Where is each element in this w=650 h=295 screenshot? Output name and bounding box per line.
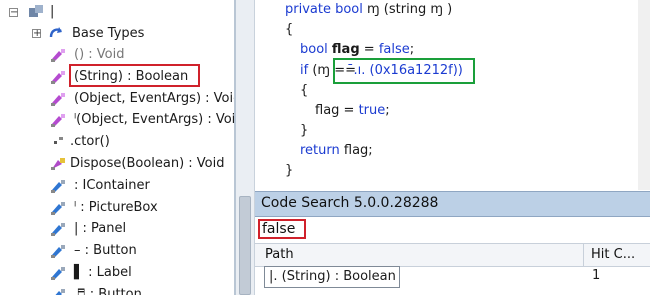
member-icon — [50, 288, 66, 295]
member-icon — [50, 157, 66, 171]
code-search-input-area — [255, 217, 650, 242]
column-separator[interactable] — [583, 243, 584, 267]
column-header-hit-count[interactable]: Hit C... — [591, 247, 635, 262]
member-icon — [50, 70, 66, 84]
tree-item-label: ˡ(Object, EventArgs) : Void — [74, 112, 234, 128]
code-line-signature: private bool ɱ (string ɱ ) — [285, 2, 453, 17]
highlight-box-method — [69, 64, 200, 87]
code-line-open-brace-2: { — [300, 83, 309, 98]
tree-item-label: (Object, EventArgs) : Void — [74, 90, 234, 106]
collapse-root-icon[interactable]: − — [9, 8, 18, 18]
member-icon — [50, 48, 66, 62]
column-header-path[interactable]: Path — [265, 247, 294, 262]
tree-item-label: Dispose(Boolean) : Void — [70, 156, 225, 171]
code-line-close-brace: } — [285, 163, 294, 178]
tree-item-label: () : Void — [74, 47, 125, 62]
member-icon — [50, 92, 66, 106]
code-line-flag-decl: bool flag = false; — [300, 42, 415, 57]
highlight-box-call — [333, 58, 475, 84]
namespace-icon — [29, 5, 43, 17]
result-hit-count-cell: 1 — [592, 268, 601, 283]
tree-item-label: – : Button — [74, 243, 137, 259]
tree-item-label: ♬ : Button — [74, 286, 142, 295]
tree-item-label: : IContainer — [74, 177, 150, 193]
member-icon — [50, 201, 66, 215]
tree-item-label: ˡ : PictureBox — [74, 199, 158, 215]
result-path-cell[interactable]: |. (String) : Boolean — [264, 266, 400, 288]
search-input[interactable] — [258, 219, 306, 239]
tree-item-label: | : Panel — [74, 221, 127, 237]
code-view: private bool ɱ (string ɱ ) { bool flag =… — [255, 0, 650, 190]
member-icon — [50, 179, 66, 193]
code-scrollbar[interactable] — [638, 0, 650, 190]
member-icon — [50, 244, 66, 259]
tree-item-label: ▌ : Label — [74, 265, 132, 280]
base-types-icon — [49, 27, 62, 38]
member-icon — [50, 113, 66, 128]
code-line-return: return flag; — [300, 143, 373, 158]
member-icon — [50, 222, 66, 237]
member-tree[interactable]: − | + Base Types () : Void (String) : Boo… — [0, 0, 234, 295]
code-line-flag-true: flag = true; — [315, 103, 390, 118]
tree-item-label: .ctor() — [70, 134, 110, 150]
expand-base-types-icon[interactable]: + — [32, 29, 41, 39]
code-line-open-brace: { — [285, 22, 294, 37]
code-line-close-brace-2: } — [300, 123, 309, 138]
member-icon — [50, 135, 66, 149]
member-icon — [50, 266, 66, 280]
tree-scrollbar-thumb[interactable] — [239, 196, 251, 295]
code-search-title: Code Search 5.0.0.28288 — [261, 195, 439, 211]
